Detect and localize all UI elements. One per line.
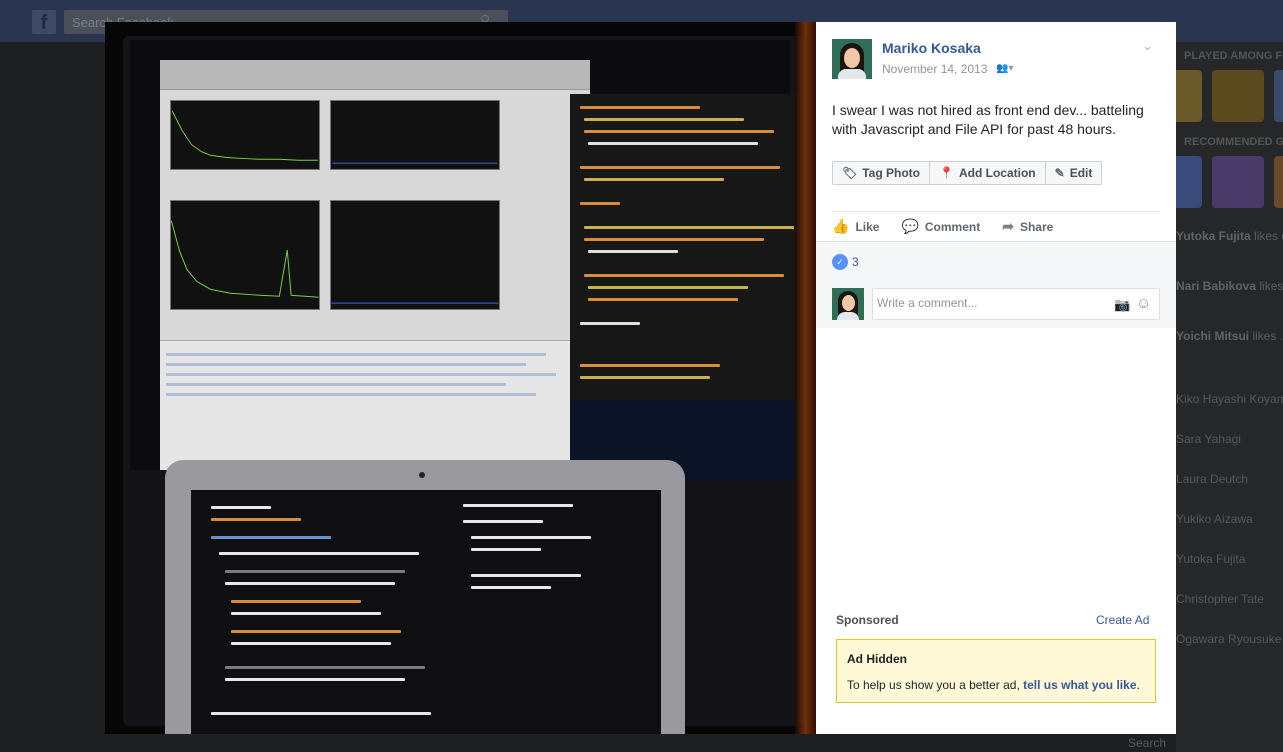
tag-photo-button[interactable]: 🏷 Tag Photo (833, 162, 931, 184)
photo-code-editor (570, 94, 802, 400)
photo-graph (170, 200, 320, 310)
ad-hidden-title: Ad Hidden (847, 652, 907, 666)
feedback-section: ✓ 3 📷 ☺ (816, 241, 1176, 328)
camera-icon[interactable]: 📷 (1114, 297, 1130, 313)
location-pin-icon: 📍 (939, 166, 954, 180)
game-tile[interactable] (1176, 70, 1202, 122)
photo-devtools-console (160, 340, 590, 470)
games-heading: PLAYED AMONG FRIENDS (1184, 50, 1283, 62)
comment-icon: 💬 (901, 218, 919, 234)
create-ad-link[interactable]: Create Ad (1096, 613, 1149, 627)
sponsored-heading: Sponsored (836, 613, 899, 627)
chat-search[interactable]: Search (1128, 736, 1166, 750)
chat-friend[interactable]: Laura Deutch (1176, 472, 1248, 486)
chat-friend[interactable]: Sara Yahagi (1176, 432, 1241, 446)
photo-graph (170, 100, 320, 170)
chat-friend[interactable]: Ogawara Ryousuke (1176, 632, 1281, 646)
photo-graph (330, 200, 500, 310)
comment-input-box[interactable]: 📷 ☺ (872, 288, 1160, 320)
chevron-down-icon[interactable]: ⌄ (1142, 38, 1153, 54)
chat-friend[interactable]: Kiko Hayashi Koyama (1176, 392, 1283, 406)
comment-button[interactable]: 💬 Comment (901, 218, 980, 235)
game-tile[interactable] (1274, 156, 1283, 208)
facebook-logo-icon[interactable]: f (32, 10, 56, 34)
share-icon: ➦ (1002, 218, 1014, 234)
chat-friend[interactable]: Christopher Tate (1176, 592, 1264, 606)
ad-hidden-notice: Ad Hidden To help us show you a better a… (836, 639, 1156, 703)
comment-input[interactable] (877, 296, 1097, 310)
like-button[interactable]: 👍 Like (832, 218, 879, 235)
photo-browser-window (160, 60, 590, 470)
emoji-smiley-icon[interactable]: ☺ (1136, 295, 1151, 312)
photo-light-glow (795, 22, 816, 734)
reaction-bar: 👍 Like 💬 Comment ➦ Share (832, 218, 1053, 235)
game-tile[interactable] (1274, 70, 1283, 122)
like-count[interactable]: 3 (852, 255, 859, 269)
game-tile[interactable] (1212, 70, 1264, 122)
share-button[interactable]: ➦ Share (1002, 218, 1053, 235)
post-photo[interactable] (105, 22, 816, 734)
thumbs-up-icon: 👍 (832, 218, 850, 234)
add-location-button[interactable]: 📍 Add Location (930, 162, 1046, 184)
divider (832, 211, 1160, 212)
ad-hidden-text: To help us show you a better ad, tell us… (847, 678, 1140, 692)
tag-icon: 🏷 (842, 166, 858, 180)
audience-friends-icon[interactable]: 👥▾ (996, 63, 1013, 74)
photo-detail-panel: Mariko Kosaka November 14, 2013 👥▾ ⌄ I s… (816, 22, 1176, 734)
ticker-item[interactable]: Yoichi Mitsui likes ...ijkawa's post. (1176, 328, 1283, 344)
photo-graph (330, 100, 500, 170)
commenter-avatar (832, 288, 864, 320)
right-sidebar-dimmed: PLAYED AMONG FRIENDS RECOMMENDED GAMES Y… (1176, 42, 1283, 752)
photo-laptop (165, 460, 685, 734)
like-reaction-icon[interactable]: ✓ (832, 254, 848, 270)
photo-monitor (130, 40, 802, 480)
game-tile[interactable] (1212, 156, 1264, 208)
pencil-icon: ✎ (1054, 166, 1065, 180)
ticker-item[interactable]: Yutoka Fujita likes on ...'s photo. (1176, 228, 1283, 244)
ticker-item[interactable]: Nari Babikova likes ...kekta's photo. (1176, 278, 1283, 294)
post-caption: I swear I was not hired as front end dev… (832, 102, 1144, 137)
photo-action-buttons: 🏷 Tag Photo 📍 Add Location ✎ Edit (832, 161, 1103, 185)
author-name-link[interactable]: Mariko Kosaka (882, 40, 981, 56)
edit-button[interactable]: ✎ Edit (1046, 162, 1102, 184)
recommended-games-heading: RECOMMENDED GAMES (1184, 136, 1283, 148)
game-tile[interactable] (1176, 156, 1202, 208)
author-avatar[interactable] (832, 39, 872, 79)
post-timestamp[interactable]: November 14, 2013 (882, 62, 987, 76)
tell-us-what-you-like-link[interactable]: tell us what you like (1023, 678, 1136, 692)
chat-friend[interactable]: Yukiko Aizawa (1176, 512, 1253, 526)
chat-friend[interactable]: Yutoka Fujita (1176, 552, 1245, 566)
